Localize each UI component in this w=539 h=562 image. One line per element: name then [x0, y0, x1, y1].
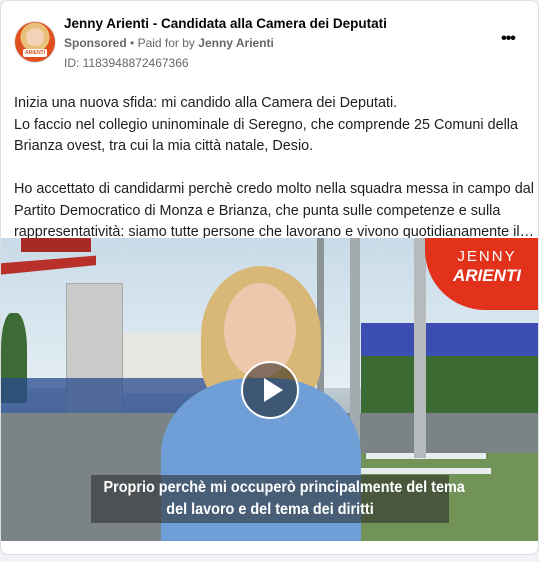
- video-crosswalk-stripe: [366, 453, 486, 459]
- ad-id: ID: 1183948872467366: [64, 56, 189, 70]
- sponsored-line: Sponsored • Paid for by Jenny Arienti: [64, 36, 274, 50]
- caption-line-1: Proprio perchè mi occuperò principalment…: [103, 479, 465, 496]
- page-name-link[interactable]: Jenny Arienti - Candidata alla Camera de…: [64, 16, 387, 31]
- body-line: Partito Democratico di Monza e Brianza, …: [14, 202, 501, 219]
- paid-for-by-name: Jenny Arienti: [198, 36, 274, 50]
- video-player[interactable]: JENNY ARIENTI Proprio perchè mi occuperò…: [1, 238, 538, 541]
- meta-separator: •: [130, 36, 135, 50]
- sponsored-label: Sponsored: [64, 36, 127, 50]
- play-button[interactable]: [241, 361, 299, 419]
- brand-line-1: JENNY: [457, 248, 517, 265]
- paid-for-by-label: Paid for by: [137, 36, 195, 50]
- play-icon: [264, 378, 283, 402]
- post-body: Inizia una nuova sfida: mi candido alla …: [14, 93, 534, 244]
- body-line: Ho accettato di candidarmi perchè credo …: [14, 181, 534, 197]
- video-crosswalk-stripe: [361, 468, 491, 474]
- avatar-tag: ARIENTI: [23, 49, 47, 57]
- video-crane-top: [21, 238, 91, 252]
- video-captions: Proprio perchè mi occuperò principalment…: [91, 475, 465, 523]
- more-horizontal-icon: •••: [501, 30, 516, 47]
- body-line: Brianza ovest, tra cui la mia città nata…: [14, 138, 314, 154]
- body-line: Lo faccio nel collegio uninominale di Se…: [14, 116, 518, 133]
- page-avatar[interactable]: ARIENTI: [14, 21, 56, 63]
- brand-line-2: ARIENTI: [453, 266, 521, 285]
- caption-line-2: del lavoro e del tema dei diritti: [166, 501, 374, 518]
- body-line: Inizia una nuova sfida: mi candido alla …: [14, 95, 398, 111]
- video-pole: [414, 238, 426, 458]
- ad-card: ARIENTI Jenny Arienti - Candidata alla C…: [0, 0, 539, 555]
- more-options-button[interactable]: •••: [496, 29, 520, 49]
- video-hedge: [361, 356, 538, 416]
